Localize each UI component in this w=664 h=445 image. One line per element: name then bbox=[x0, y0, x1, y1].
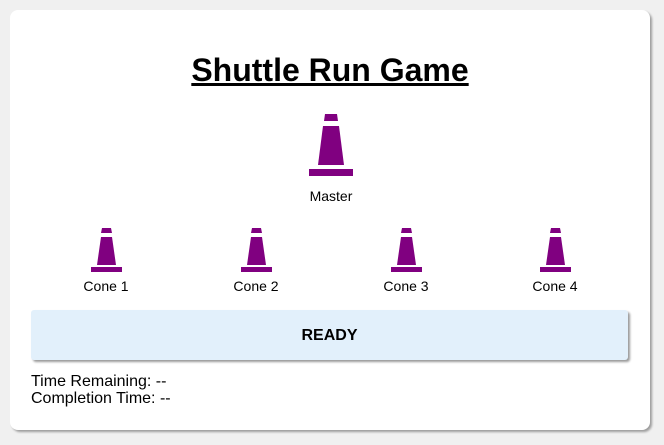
cone-2: Cone 2 bbox=[216, 228, 296, 294]
status-panel: Time Remaining: -- Completion Time: -- bbox=[31, 373, 171, 407]
cone-label: Cone 2 bbox=[233, 278, 279, 294]
master-cone-label: Master bbox=[309, 188, 353, 204]
ready-button[interactable]: READY bbox=[31, 310, 628, 360]
cone-3: Cone 3 bbox=[366, 228, 446, 294]
page-title: Shuttle Run Game bbox=[191, 52, 469, 88]
traffic-cone-icon bbox=[216, 228, 296, 272]
cone-label: Cone 1 bbox=[83, 278, 129, 294]
traffic-cone-icon bbox=[66, 228, 146, 272]
time-remaining-text: Time Remaining: -- bbox=[31, 373, 167, 390]
traffic-cone-icon bbox=[366, 228, 446, 272]
traffic-cone-icon bbox=[291, 114, 371, 176]
traffic-cone-icon bbox=[515, 228, 595, 272]
cone-label: Cone 4 bbox=[532, 278, 578, 294]
cone-1: Cone 1 bbox=[66, 228, 146, 294]
cone-4: Cone 4 bbox=[515, 228, 595, 294]
cone-label: Cone 3 bbox=[383, 278, 429, 294]
completion-time-text: Completion Time: -- bbox=[31, 390, 171, 407]
game-card: Shuttle Run Game Master Cone 1 Cone 2 Co… bbox=[10, 10, 650, 430]
master-cone: Master bbox=[291, 114, 371, 204]
